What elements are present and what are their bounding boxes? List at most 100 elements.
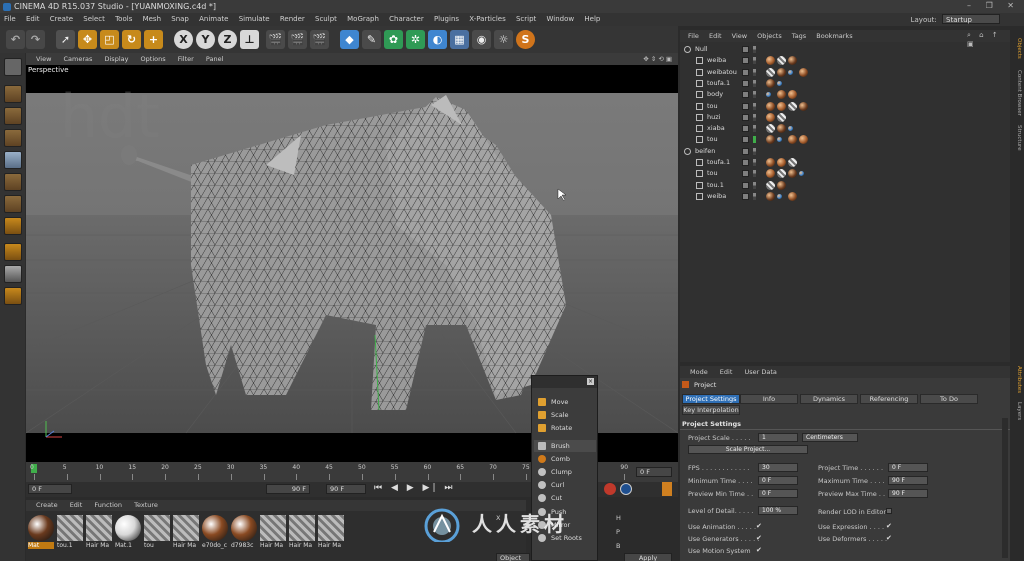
visibility-dots[interactable] — [753, 192, 756, 200]
field-value-input[interactable]: 90 F — [888, 489, 928, 498]
material-tag-icon[interactable] — [766, 92, 771, 98]
visibility-dots[interactable] — [753, 68, 756, 76]
option-checkbox[interactable]: ✔ — [886, 534, 892, 542]
redo-icon[interactable]: ↷ — [26, 30, 45, 49]
side-tab-layers[interactable]: Layers — [1012, 402, 1022, 420]
material-swatch[interactable]: tou.1 — [57, 515, 83, 551]
material-tag-icon[interactable] — [788, 135, 797, 145]
render-view-icon[interactable]: 🎬 — [266, 30, 285, 49]
material-swatch[interactable]: Hair Ma — [260, 515, 286, 551]
undo-icon[interactable]: ↶ — [6, 30, 25, 49]
material-tag-icon[interactable] — [799, 171, 804, 177]
attribute-menu-mode[interactable]: Mode — [690, 368, 708, 376]
layer-checkbox[interactable] — [742, 147, 749, 155]
transport-controls[interactable]: ⏮ ◀ ▶ ▶| ⏭ — [374, 483, 455, 493]
viewport-menu-options[interactable]: Options — [141, 55, 166, 63]
rotate-tool-icon[interactable]: ↻ — [122, 30, 141, 49]
menu-window[interactable]: Window — [547, 15, 575, 23]
material-tag-icon[interactable] — [777, 169, 786, 179]
layer-checkbox[interactable] — [742, 68, 749, 76]
visibility-dots[interactable] — [753, 147, 756, 155]
visibility-dots[interactable] — [753, 170, 756, 178]
tab-to-do[interactable]: To Do — [920, 394, 978, 404]
material-tag-icon[interactable] — [788, 69, 793, 75]
menu-help[interactable]: Help — [584, 15, 600, 23]
nurbs-generator-icon[interactable]: ✿ — [384, 30, 403, 49]
workplane-mode-icon[interactable] — [4, 129, 22, 147]
visibility-dots[interactable] — [753, 113, 756, 121]
start-frame-field[interactable]: 0 F — [28, 484, 72, 494]
hair-tool-item[interactable]: Brush — [534, 439, 596, 452]
render-lod-checkbox[interactable] — [886, 508, 892, 514]
menu-simulate[interactable]: Simulate — [239, 15, 270, 23]
menu-animate[interactable]: Animate — [199, 15, 228, 23]
hair-tool-item[interactable]: Rotate — [534, 422, 596, 434]
end-frame-field[interactable]: 90 F — [326, 484, 366, 494]
menu-script[interactable]: Script — [516, 15, 536, 23]
layer-checkbox[interactable] — [742, 125, 749, 133]
material-tag-icon[interactable] — [788, 169, 797, 179]
field-value-input[interactable]: 90 F — [888, 476, 928, 485]
tweak-mode-icon[interactable] — [4, 243, 22, 261]
material-tag-icon[interactable] — [766, 56, 775, 66]
record-keyframe-icon[interactable] — [604, 483, 616, 495]
material-swatch[interactable]: d7983c — [231, 515, 257, 551]
layer-checkbox[interactable] — [742, 91, 749, 99]
material-tag-icon[interactable] — [777, 193, 782, 199]
y-axis-lock-icon[interactable]: Y — [196, 30, 215, 49]
visibility-dots[interactable] — [753, 181, 756, 189]
layer-checkbox[interactable] — [742, 181, 749, 189]
object-row[interactable]: xiaba — [680, 123, 1010, 134]
option-checkbox[interactable]: ✔ — [756, 534, 762, 542]
material-tag-icon[interactable] — [766, 112, 775, 122]
hair-tool-item[interactable]: Cut — [534, 492, 596, 504]
layout-select[interactable]: Startup — [942, 14, 1000, 24]
material-menu-function[interactable]: Function — [94, 501, 122, 509]
autokey-icon[interactable] — [620, 483, 632, 495]
menu-create[interactable]: Create — [50, 15, 73, 23]
viewport-menu-view[interactable]: View — [36, 55, 51, 63]
layer-checkbox[interactable] — [742, 136, 749, 144]
menu-select[interactable]: Select — [83, 15, 105, 23]
material-tag-icon[interactable] — [777, 80, 782, 86]
tab-info[interactable]: Info — [740, 394, 798, 404]
object-row[interactable]: body — [680, 89, 1010, 100]
option-checkbox[interactable]: ✔ — [756, 546, 762, 554]
select-cursor-icon[interactable]: ➚ — [56, 30, 75, 49]
deformer-icon[interactable]: ◐ — [428, 30, 447, 49]
object-manager-nav-icons[interactable]: ⌕ ⌂ ↑ ▣ — [967, 31, 1010, 48]
hair-tool-item[interactable]: Move — [534, 396, 596, 408]
material-swatch[interactable]: Mat — [28, 515, 54, 551]
snapping-icon[interactable] — [4, 265, 22, 283]
option-checkbox[interactable]: ✔ — [756, 522, 762, 530]
project-scale-input[interactable]: 1 — [758, 433, 798, 442]
menu-render[interactable]: Render — [280, 15, 305, 23]
field-value-input[interactable]: 0 F — [758, 476, 798, 485]
material-swatch[interactable]: Hair Ma — [173, 515, 199, 551]
preview-end-field[interactable]: 90 F — [266, 484, 310, 494]
material-menu-edit[interactable]: Edit — [70, 501, 83, 509]
material-tag-icon[interactable] — [777, 180, 786, 190]
viewport-menu-panel[interactable]: Panel — [206, 55, 224, 63]
material-tag-icon[interactable] — [799, 67, 808, 77]
object-row[interactable]: tou.1 — [680, 180, 1010, 191]
z-axis-lock-icon[interactable]: Z — [218, 30, 237, 49]
render-picture-viewer-icon[interactable]: 🎬 — [288, 30, 307, 49]
layer-checkbox[interactable] — [742, 170, 749, 178]
material-tag-icon[interactable] — [777, 124, 786, 134]
points-mode-icon[interactable] — [4, 151, 22, 169]
model-mode-icon[interactable] — [4, 85, 22, 103]
layer-checkbox[interactable] — [742, 57, 749, 65]
material-menu-create[interactable]: Create — [36, 501, 58, 509]
tab-dynamics[interactable]: Dynamics — [800, 394, 858, 404]
material-tag-icon[interactable] — [766, 135, 775, 145]
material-tag-icon[interactable] — [766, 78, 775, 88]
field-value-input[interactable]: 0 F — [888, 463, 928, 472]
viewport-nav-icons[interactable]: ✥ ⇕ ⟲ ▣ — [643, 53, 672, 65]
material-tag-icon[interactable] — [777, 158, 786, 167]
object-row[interactable]: tou — [680, 168, 1010, 179]
spline-pen-icon[interactable]: ✎ — [362, 30, 381, 49]
menu-character[interactable]: Character — [389, 15, 424, 23]
material-tag-icon[interactable] — [788, 191, 797, 201]
layer-checkbox[interactable] — [742, 192, 749, 200]
